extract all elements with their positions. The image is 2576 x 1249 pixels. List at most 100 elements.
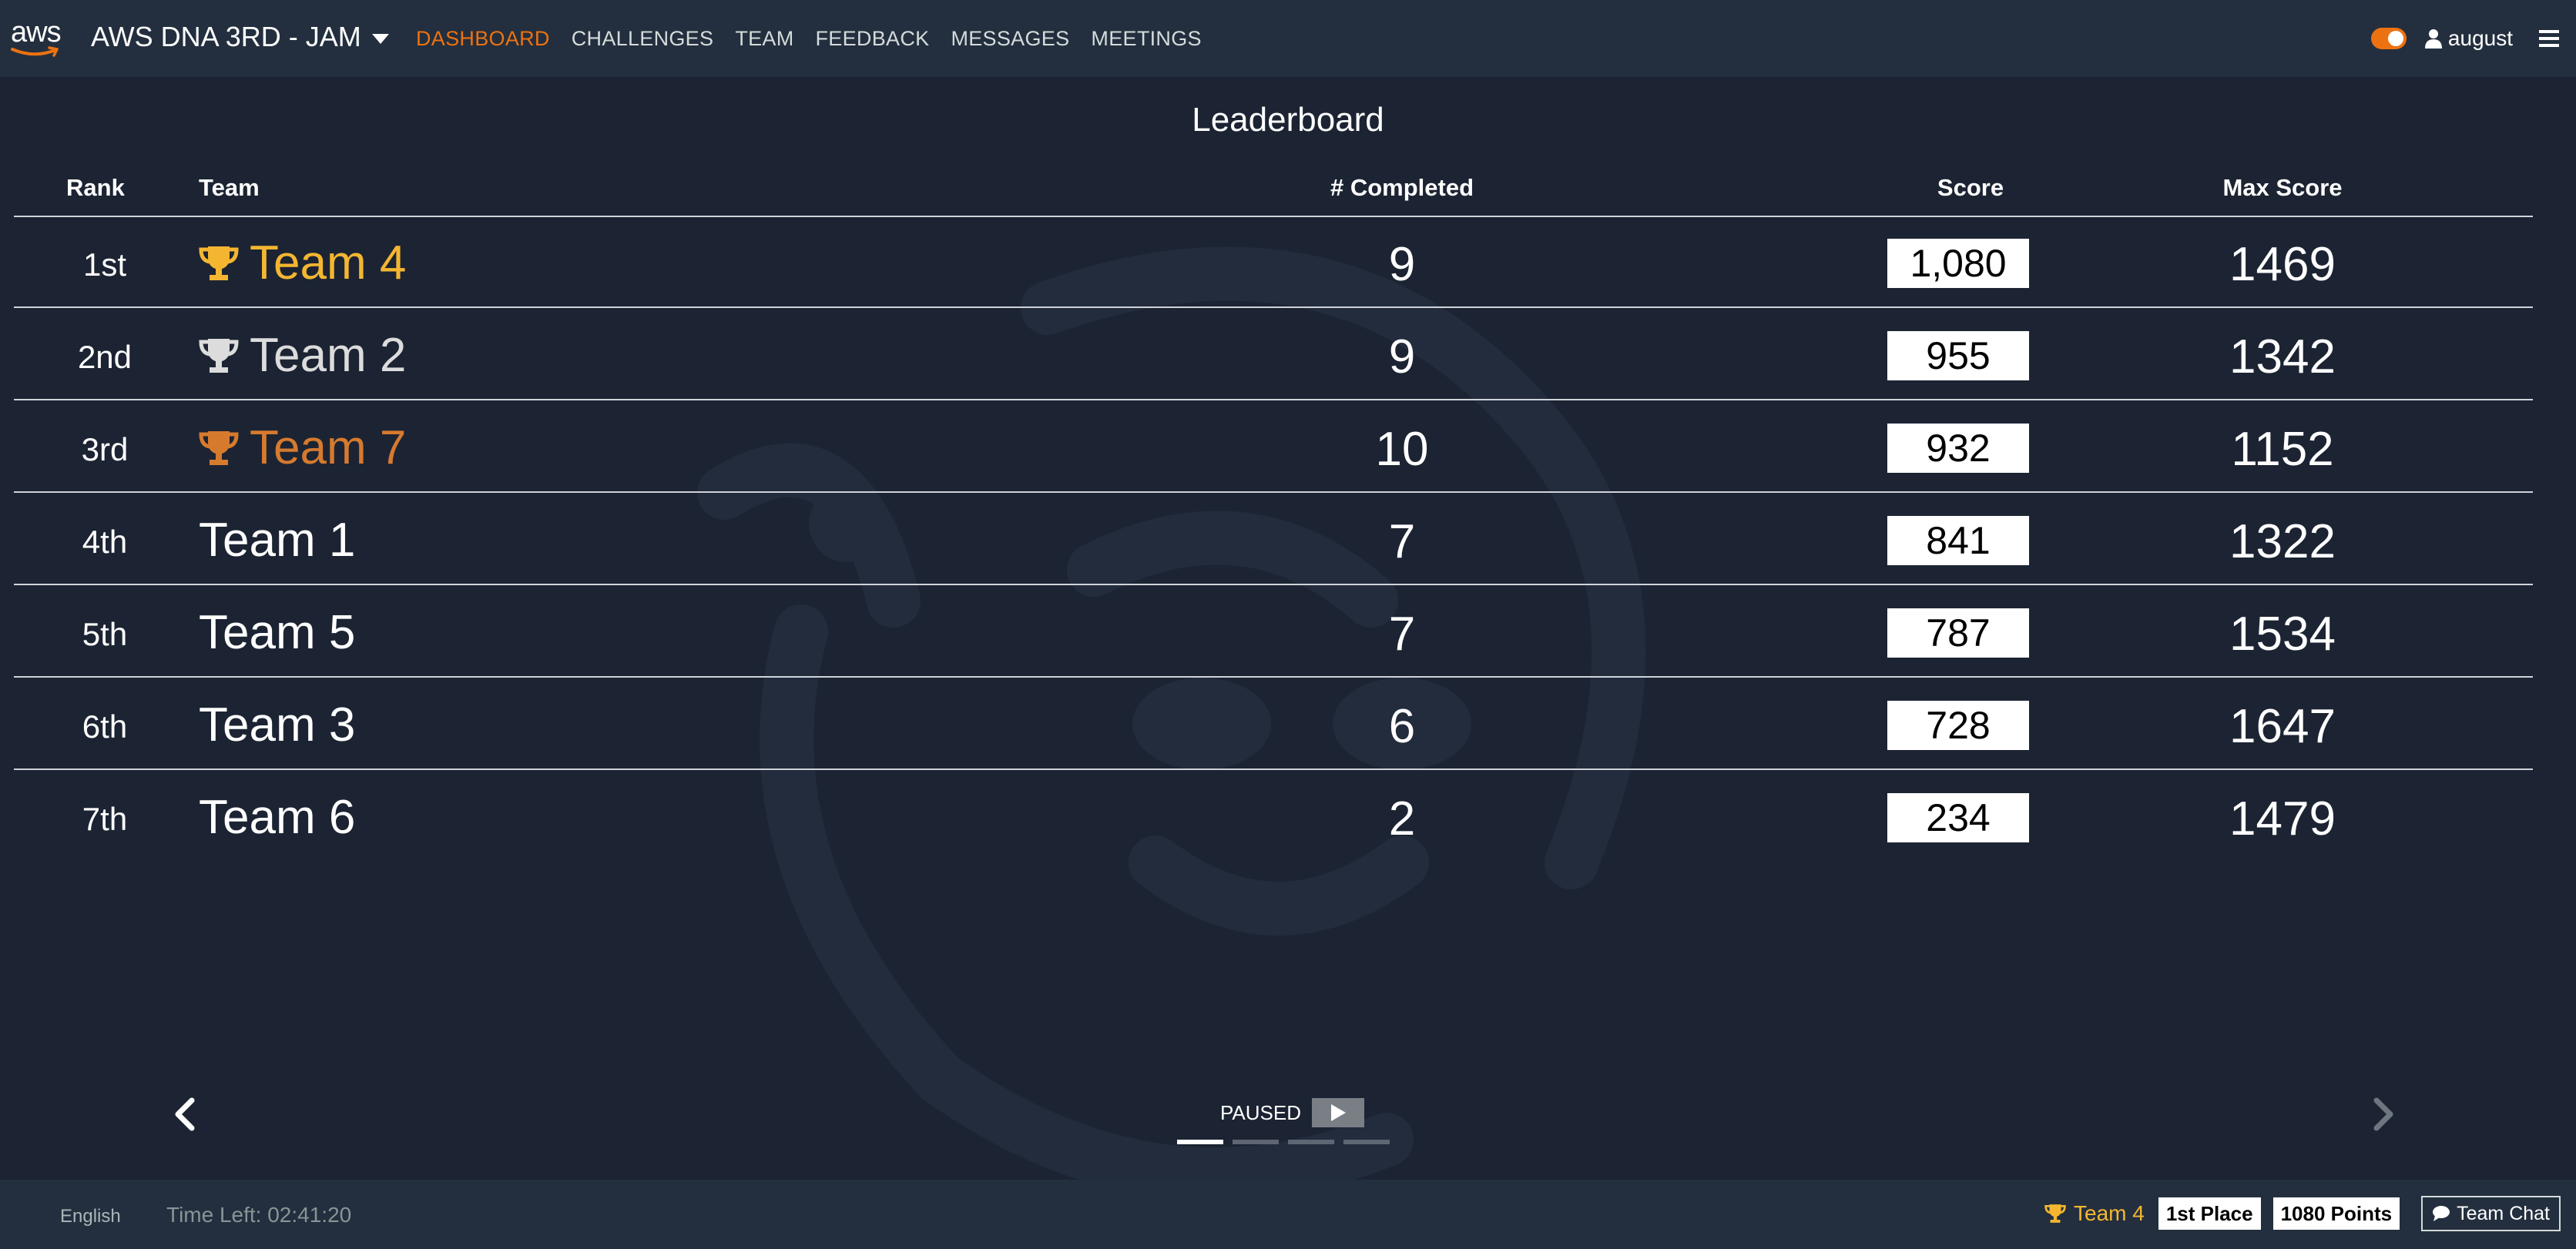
completed-cell: 7	[1388, 608, 1416, 661]
carousel-status: PAUSED	[1220, 1098, 1364, 1127]
carousel-indicator[interactable]	[1343, 1140, 1390, 1144]
team-name: Team 2	[250, 329, 407, 382]
score-cell: 234	[1887, 793, 2029, 842]
chat-bubble-icon	[2433, 1206, 2450, 1221]
max-score-cell: 1152	[2231, 423, 2334, 476]
completed-cell: 2	[1388, 792, 1416, 846]
nav-team[interactable]: TEAM	[735, 23, 793, 54]
trophy-icon	[2044, 1204, 2066, 1223]
team-name: Team 1	[199, 514, 356, 567]
aws-smile-icon	[11, 46, 59, 57]
team-name: Team 6	[199, 791, 356, 844]
table-row: 1st Team 4 9 1,080 1469	[14, 216, 2533, 308]
nav-feedback[interactable]: FEEDBACK	[816, 23, 930, 54]
leaderboard-title: Leaderboard	[1192, 101, 1384, 139]
max-score-cell: 1479	[2229, 792, 2336, 846]
table-row: 5th Team 5 7 787 1534	[14, 585, 2533, 678]
completed-cell: 9	[1388, 238, 1416, 291]
score-cell: 932	[1887, 424, 2029, 473]
table-row: 3rd Team 7 10 932 1152	[14, 400, 2533, 493]
nav-challenges[interactable]: CHALLENGES	[572, 23, 714, 54]
points-badge: 1080 Points	[2272, 1197, 2400, 1230]
carousel-indicator[interactable]	[1288, 1140, 1334, 1144]
completed-cell: 10	[1375, 423, 1429, 476]
user-icon	[2424, 29, 2442, 49]
time-left: Time Left: 02:41:20	[166, 1203, 352, 1227]
play-button[interactable]	[1312, 1098, 1364, 1127]
team-name: Team 7	[250, 421, 407, 474]
team-name: Team 4	[250, 236, 407, 290]
completed-cell: 7	[1388, 515, 1416, 568]
score-cell: 841	[1887, 516, 2029, 565]
leaderboard-rows: 1st Team 4 9 1,080 1469 2nd Team 2 9 955…	[14, 216, 2533, 861]
rank-cell: 7th	[82, 801, 128, 837]
main-nav: DASHBOARD CHALLENGES TEAM FEEDBACK MESSA…	[416, 23, 1223, 54]
max-score-cell: 1322	[2229, 515, 2336, 568]
nav-dashboard[interactable]: DASHBOARD	[416, 23, 550, 54]
hamburger-icon[interactable]	[2539, 30, 2559, 47]
paused-label: PAUSED	[1220, 1100, 1301, 1124]
team-cell: Team 3	[199, 698, 355, 753]
rank-cell: 3rd	[81, 431, 129, 467]
language-selector[interactable]: English	[60, 1206, 121, 1227]
max-score-cell: 1469	[2229, 238, 2336, 291]
completed-cell: 6	[1388, 700, 1416, 753]
navbar-right: august	[2370, 0, 2576, 77]
aws-logo[interactable]: aws	[11, 17, 69, 62]
rank-cell: 1st	[82, 246, 127, 283]
trophy-icon	[199, 246, 239, 280]
score-cell: 1,080	[1887, 239, 2029, 288]
leaderboard-header-row: Rank Team # Completed Score Max Score	[14, 168, 2533, 217]
table-row: 4th Team 1 7 841 1322	[14, 493, 2533, 585]
max-score-cell: 1647	[2229, 700, 2336, 753]
footer-team-name: Team 4	[2074, 1201, 2145, 1225]
theme-toggle[interactable]	[2370, 28, 2407, 49]
event-title: AWS DNA 3RD - JAM	[91, 21, 361, 52]
team-cell: Team 1	[199, 513, 355, 568]
header-score[interactable]: Score	[1801, 174, 2140, 202]
chevron-right-icon	[2373, 1097, 2393, 1131]
team-name: Team 5	[199, 606, 356, 659]
header-completed[interactable]: # Completed	[1179, 174, 1625, 202]
team-chat-button[interactable]: Team Chat	[2421, 1196, 2561, 1231]
carousel-next-button[interactable]	[2360, 1087, 2407, 1141]
carousel-indicators	[1177, 1140, 1390, 1144]
team-chat-label: Team Chat	[2457, 1203, 2550, 1224]
place-badge: 1st Place	[2158, 1197, 2261, 1230]
team-cell: Team 5	[199, 605, 355, 661]
rank-cell: 4th	[82, 524, 128, 560]
table-row: 7th Team 6 2 234 1479	[14, 770, 2533, 861]
play-icon	[1331, 1104, 1346, 1121]
nav-messages[interactable]: MESSAGES	[951, 23, 1069, 54]
top-navbar: aws AWS DNA 3RD - JAM DASHBOARD CHALLENG…	[0, 0, 2576, 77]
event-selector[interactable]: AWS DNA 3RD - JAM	[91, 18, 389, 55]
max-score-cell: 1534	[2229, 608, 2336, 661]
footer-team-status: Team 4 1st Place 1080 Points Team Chat	[2044, 1195, 2561, 1232]
table-row: 2nd Team 2 9 955 1342	[14, 308, 2533, 400]
team-cell: Team 7	[199, 420, 406, 476]
header-rank[interactable]: Rank	[66, 174, 151, 202]
aws-logo-text: aws	[11, 16, 62, 49]
header-max-score[interactable]: Max Score	[2182, 174, 2383, 202]
score-cell: 955	[1887, 331, 2029, 380]
nav-meetings[interactable]: MEETINGS	[1091, 23, 1201, 54]
team-cell: Team 4	[199, 236, 406, 291]
username: august	[2447, 26, 2513, 50]
footer-bar: English Time Left: 02:41:20 Team 4 1st P…	[0, 1180, 2576, 1249]
caret-down-icon	[371, 33, 389, 44]
user-menu[interactable]: august	[2424, 26, 2513, 51]
carousel-indicator[interactable]	[1233, 1140, 1279, 1144]
header-team[interactable]: Team	[199, 174, 260, 202]
footer-team: Team 4	[2044, 1201, 2145, 1226]
carousel-indicator[interactable]	[1177, 1140, 1223, 1144]
carousel-prev-button[interactable]	[162, 1087, 208, 1141]
rank-cell: 5th	[82, 616, 128, 652]
max-score-cell: 1342	[2229, 330, 2336, 383]
score-cell: 728	[1887, 701, 2029, 750]
team-cell: Team 6	[199, 790, 355, 846]
trophy-icon	[199, 339, 239, 373]
chevron-left-icon	[175, 1097, 195, 1131]
completed-cell: 9	[1388, 330, 1416, 383]
rank-cell: 6th	[82, 708, 128, 745]
team-name: Team 3	[199, 698, 356, 752]
